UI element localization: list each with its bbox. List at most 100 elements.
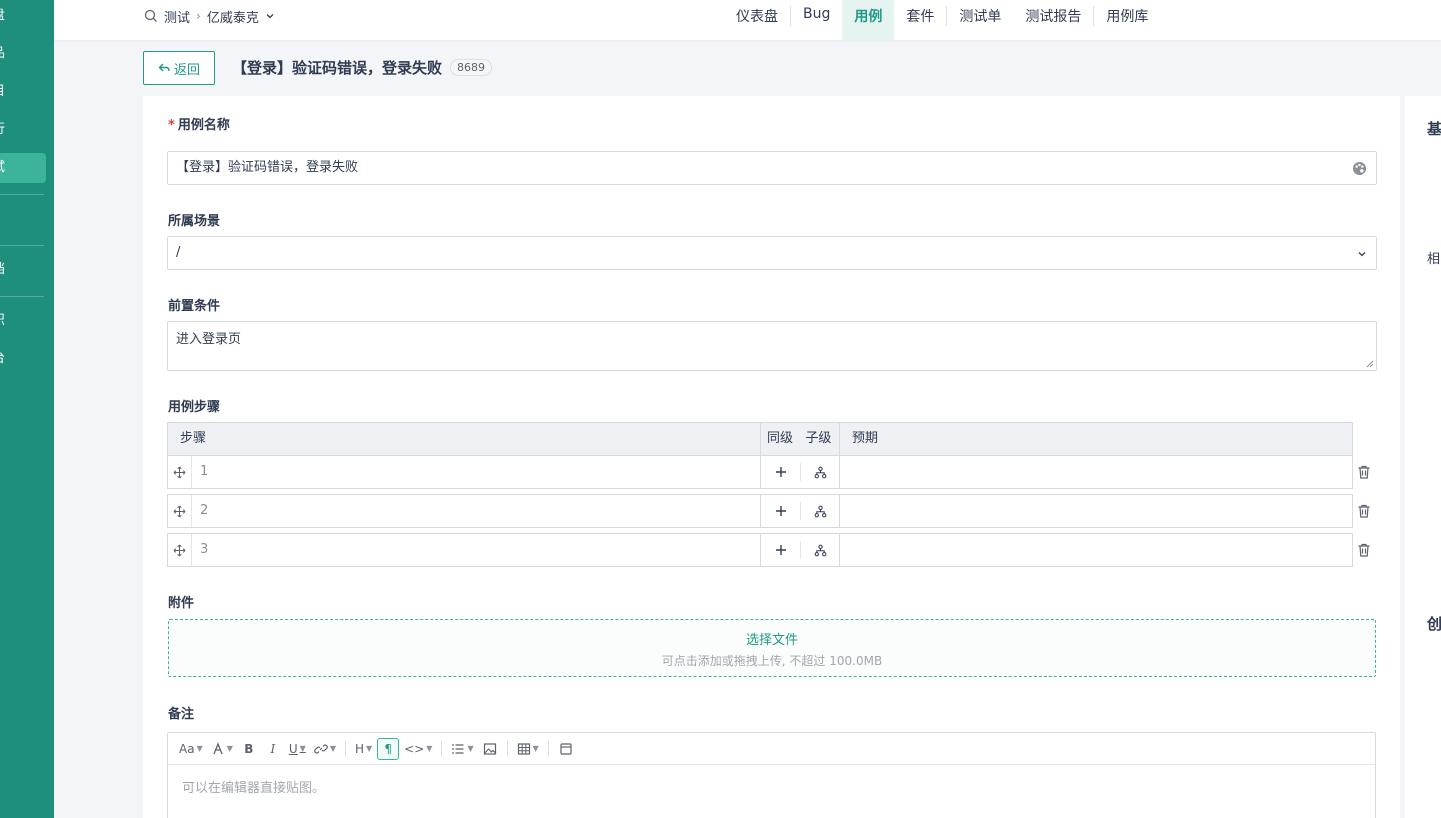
- nav-suite[interactable]: 套件: [894, 0, 946, 40]
- upload-select-file[interactable]: 选择文件: [169, 629, 1375, 648]
- table-icon[interactable]: ▼: [514, 738, 542, 760]
- nav-testreport[interactable]: 测试报告: [1013, 0, 1093, 40]
- add-child-button[interactable]: [800, 463, 839, 481]
- sidebar-item-label: 盘: [0, 8, 5, 23]
- nav-caselib[interactable]: 用例库: [1094, 0, 1160, 40]
- trash-icon[interactable]: [1356, 542, 1372, 558]
- sidebar-item-label: 品: [0, 46, 5, 61]
- scene-select[interactable]: /: [167, 236, 1377, 270]
- step-expect-input[interactable]: [840, 456, 1352, 488]
- sidebar-item-org[interactable]: 织: [0, 306, 46, 336]
- palette-icon[interactable]: [1352, 161, 1367, 176]
- precondition-value: 进入登录页: [176, 332, 242, 347]
- sidebar-divider: [0, 296, 44, 297]
- code-icon[interactable]: <> ▼: [401, 738, 435, 760]
- step-desc-input[interactable]: 3: [192, 534, 761, 566]
- search-icon[interactable]: [144, 9, 158, 23]
- sidebar-item-docs[interactable]: 档: [0, 255, 46, 285]
- sidebar-item-test[interactable]: 试: [0, 153, 46, 183]
- right-info-panel: 基 相 创: [1405, 96, 1441, 818]
- top-bar: 测试 › 亿威泰克 仪表盘 Bug 用例 套件 测试单 测试报告 用例库: [54, 0, 1441, 40]
- trash-icon[interactable]: [1356, 464, 1372, 480]
- steps-label: 用例步骤: [168, 400, 221, 415]
- breadcrumb-root[interactable]: 测试: [164, 7, 190, 26]
- upload-hint: 可点击添加或拖拽上传, 不超过 100.0MB: [661, 654, 883, 668]
- toolbar-divider: [344, 740, 346, 757]
- remark-label: 备注: [168, 707, 195, 722]
- precondition-label: 前置条件: [168, 299, 221, 314]
- page-title: 【登录】验证码错误，登录失败 8689: [232, 57, 493, 78]
- paragraph-icon[interactable]: ¶: [377, 737, 400, 760]
- right-panel-heading: 创: [1427, 615, 1441, 633]
- remark-editor: Aa ▼ ▼ B I U ▼ ▼ H ▼ ¶ <> ▼ ▼ ▼ 可以在编辑器直接贴图。: [167, 732, 1376, 818]
- step-desc-input[interactable]: 2: [192, 495, 761, 527]
- right-panel-text: 相: [1427, 252, 1441, 267]
- drag-handle-icon[interactable]: [168, 534, 192, 566]
- case-name-label-text: 用例名称: [177, 118, 230, 133]
- drag-handle-icon[interactable]: [168, 495, 192, 527]
- sidebar-item-dashboard[interactable]: 盘: [0, 1, 46, 31]
- add-child-button[interactable]: [800, 541, 839, 559]
- editor-content[interactable]: 可以在编辑器直接贴图。: [168, 765, 1375, 808]
- sidebar-item-label: 行: [0, 122, 5, 137]
- editor-toolbar: Aa ▼ ▼ B I U ▼ ▼ H ▼ ¶ <> ▼ ▼ ▼: [168, 733, 1375, 765]
- case-name-value: 【登录】验证码错误，登录失败: [176, 160, 359, 175]
- add-sibling-button[interactable]: [761, 534, 800, 566]
- attachment-label: 附件: [168, 596, 195, 611]
- sidebar-item-label: 台: [0, 351, 5, 366]
- chevron-right-icon: ›: [196, 9, 201, 23]
- scene-value: /: [176, 245, 181, 260]
- right-panel-heading: 基: [1427, 120, 1441, 138]
- breadcrumb: 测试 › 亿威泰克: [144, 0, 275, 32]
- chevron-down-icon: [1358, 252, 1366, 257]
- top-nav: 仪表盘 Bug 用例 套件 测试单 测试报告 用例库: [724, 0, 1160, 40]
- case-name-label: * 用例名称: [168, 114, 230, 133]
- case-id-badge: 8689: [450, 59, 493, 76]
- steps-header-ops: 同级 子级: [761, 423, 840, 455]
- add-sibling-button[interactable]: [761, 456, 800, 488]
- nav-testtask[interactable]: 测试单: [947, 0, 1013, 40]
- step-expect-input[interactable]: [840, 495, 1352, 527]
- step-ops: [761, 495, 840, 527]
- sidebar-item-misc[interactable]: l: [0, 204, 46, 234]
- sidebar-item-product[interactable]: 品: [0, 39, 46, 69]
- step-expect-input[interactable]: [840, 534, 1352, 566]
- sidebar-item-execution[interactable]: 行: [0, 115, 46, 145]
- sidebar-item-backend[interactable]: 台: [0, 344, 46, 374]
- sidebar: 盘 品 目 行 试 l 档 织 台: [0, 0, 54, 818]
- trash-icon[interactable]: [1356, 503, 1372, 519]
- case-name-input[interactable]: 【登录】验证码错误，登录失败: [167, 151, 1377, 185]
- add-child-button[interactable]: [800, 502, 839, 520]
- resize-handle-icon[interactable]: [1366, 360, 1374, 368]
- hierarchy-icon: [814, 544, 826, 556]
- add-sibling-button[interactable]: [761, 495, 800, 527]
- font-color-icon[interactable]: ▼: [208, 738, 236, 760]
- steps-table: 步骤 同级 子级 预期 1 2 3: [167, 422, 1370, 567]
- back-button[interactable]: 返回: [143, 51, 215, 85]
- font-size-icon[interactable]: Aa ▼: [176, 738, 206, 760]
- case-form-panel: * 用例名称 【登录】验证码错误，登录失败 所属场景 / 前置条件 进入登录页 用…: [143, 96, 1400, 818]
- required-mark: *: [168, 118, 175, 133]
- step-desc-input[interactable]: 1: [192, 456, 761, 488]
- link-icon[interactable]: ▼: [311, 738, 339, 760]
- list-icon[interactable]: ▼: [448, 738, 476, 760]
- sidebar-item-label: 织: [0, 313, 5, 328]
- drag-handle-icon[interactable]: [168, 456, 192, 488]
- sidebar-item-project[interactable]: 目: [0, 77, 46, 107]
- breadcrumb-product[interactable]: 亿威泰克: [207, 7, 259, 26]
- bold-icon[interactable]: B: [238, 738, 260, 760]
- nav-dashboard[interactable]: 仪表盘: [724, 0, 790, 40]
- nav-case[interactable]: 用例: [842, 0, 895, 40]
- underline-icon[interactable]: U ▼: [286, 738, 309, 760]
- chevron-down-icon[interactable]: [265, 11, 275, 21]
- heading-icon[interactable]: H ▼: [352, 738, 375, 760]
- hierarchy-icon: [814, 466, 826, 478]
- nav-bug[interactable]: Bug: [791, 0, 842, 40]
- file-upload-area[interactable]: 选择文件 可点击添加或拖拽上传, 不超过 100.0MB: [168, 619, 1376, 677]
- image-icon[interactable]: [479, 738, 501, 760]
- case-title: 【登录】验证码错误，登录失败: [232, 59, 443, 77]
- italic-icon[interactable]: I: [262, 738, 284, 760]
- template-icon[interactable]: [555, 738, 577, 760]
- sidebar-item-label: 目: [0, 84, 5, 99]
- precondition-textarea[interactable]: 进入登录页: [167, 321, 1377, 371]
